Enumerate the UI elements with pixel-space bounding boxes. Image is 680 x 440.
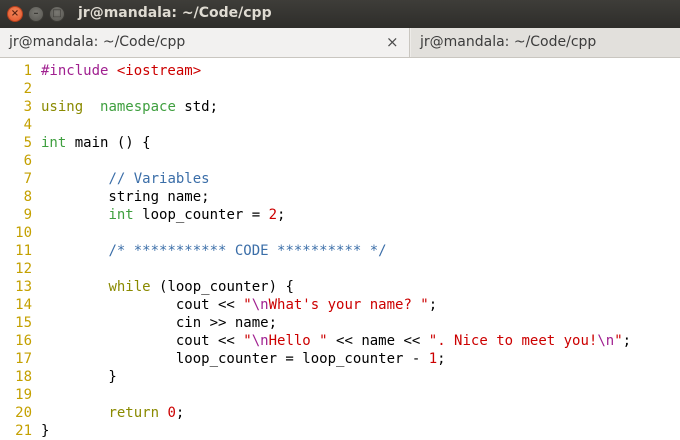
code-token: std;: [175, 99, 219, 115]
code-token: return: [108, 405, 160, 421]
line-code: cin >> name;: [41, 314, 277, 332]
line-number: 18: [15, 369, 32, 385]
code-token: namespace: [100, 99, 176, 115]
code-token: ": [243, 333, 252, 349]
code-token: What's your name? ": [268, 297, 429, 313]
line-number: 6: [23, 153, 32, 169]
tab-label: jr@mandala: ~/Code/cpp: [9, 34, 186, 50]
line-number: 19: [15, 387, 32, 403]
window-title: jr@mandala: ~/Code/cpp: [78, 5, 272, 21]
line-code: cout << "\nHello " << name << ". Nice to…: [41, 332, 631, 350]
close-tab-icon[interactable]: ×: [386, 33, 399, 51]
maximize-icon: □: [52, 8, 62, 19]
tab-terminal-2[interactable]: jr@mandala: ~/Code/cpp: [411, 28, 680, 57]
line-number: 9: [23, 207, 32, 223]
close-window-button[interactable]: ×: [7, 6, 23, 22]
line-number: 20: [15, 405, 32, 421]
line-code: while (loop_counter) {: [41, 278, 294, 296]
code-token: int: [41, 135, 67, 151]
tab-label: jr@mandala: ~/Code/cpp: [420, 34, 597, 50]
line-code: #include <iostream>: [41, 62, 201, 80]
code-token: (loop_counter) {: [150, 279, 294, 295]
code-token: ;: [175, 405, 185, 421]
code-token: cin >> name;: [41, 315, 278, 331]
line-code: return 0;: [41, 404, 184, 422]
line-number: 2: [23, 81, 32, 97]
code-token: cout <<: [41, 297, 244, 313]
code-token: ;: [277, 207, 286, 223]
code-token: <iostream>: [116, 63, 202, 79]
line-number: 16: [15, 333, 32, 349]
line-number: 15: [15, 315, 32, 331]
line-number: 4: [23, 117, 32, 133]
line-number: 17: [15, 351, 32, 367]
code-token: /* *********** CODE ********** */: [108, 243, 387, 259]
line-code: // Variables: [41, 170, 210, 188]
code-view[interactable]: 1 #include <iostream> 2 3 using namespace st…: [0, 58, 680, 440]
line-number: 5: [23, 135, 32, 151]
line-code: cout << "\nWhat's your name? ";: [41, 296, 437, 314]
code-token: ;: [622, 333, 632, 349]
line-number: 7: [23, 171, 32, 187]
line-number: 12: [15, 261, 32, 277]
line-number: 3: [23, 99, 32, 115]
code-token: << name <<: [327, 333, 429, 349]
title-bar: × – □ jr@mandala: ~/Code/cpp: [0, 0, 680, 28]
line-number: 11: [15, 243, 32, 259]
code-token: loop_counter =: [133, 207, 269, 223]
code-token: ": [243, 297, 252, 313]
line-number: 14: [15, 297, 32, 313]
line-number: 10: [15, 225, 32, 241]
code-token: string name;: [41, 189, 210, 205]
line-code: }: [41, 368, 117, 386]
code-token: #include: [41, 63, 117, 79]
line-number: 1: [23, 63, 32, 79]
line-number: 8: [23, 189, 32, 205]
code-token: 2: [268, 207, 278, 223]
tab-bar: jr@mandala: ~/Code/cpp × jr@mandala: ~/C…: [0, 28, 680, 58]
line-code: string name;: [41, 188, 210, 206]
code-token: }: [41, 423, 50, 439]
line-number: 21: [15, 423, 32, 439]
minimize-icon: –: [33, 8, 39, 19]
code-token: ;: [428, 297, 438, 313]
tab-terminal-1[interactable]: jr@mandala: ~/Code/cpp ×: [0, 28, 410, 57]
line-code: using namespace std;: [41, 98, 218, 116]
code-token: }: [41, 369, 117, 385]
code-token: int: [108, 207, 134, 223]
window-controls: × – □: [7, 6, 65, 22]
code-token: ". Nice to meet you!: [428, 333, 598, 349]
line-code: int main () {: [41, 134, 151, 152]
code-token: ": [614, 333, 623, 349]
code-token: // Variables: [108, 171, 210, 187]
code-token: main () {: [66, 135, 151, 151]
line-code: /* *********** CODE ********** */: [41, 242, 387, 260]
close-icon: ×: [10, 8, 20, 19]
code-token: 1: [428, 351, 438, 367]
code-token: \n: [251, 333, 269, 349]
code-token: \n: [251, 297, 269, 313]
code-token: loop_counter = loop_counter -: [41, 351, 429, 367]
code-token: using: [41, 99, 84, 115]
line-number: 13: [15, 279, 32, 295]
code-token: cout <<: [41, 333, 244, 349]
code-token: \n: [597, 333, 615, 349]
code-token: 0: [167, 405, 176, 421]
code-token: ;: [437, 351, 446, 367]
line-code: }: [41, 422, 49, 440]
code-token: Hello ": [268, 333, 328, 349]
minimize-window-button[interactable]: –: [28, 6, 44, 22]
maximize-window-button[interactable]: □: [49, 6, 65, 22]
line-code: int loop_counter = 2;: [41, 206, 285, 224]
line-code: loop_counter = loop_counter - 1;: [41, 350, 446, 368]
code-token: while: [108, 279, 151, 295]
